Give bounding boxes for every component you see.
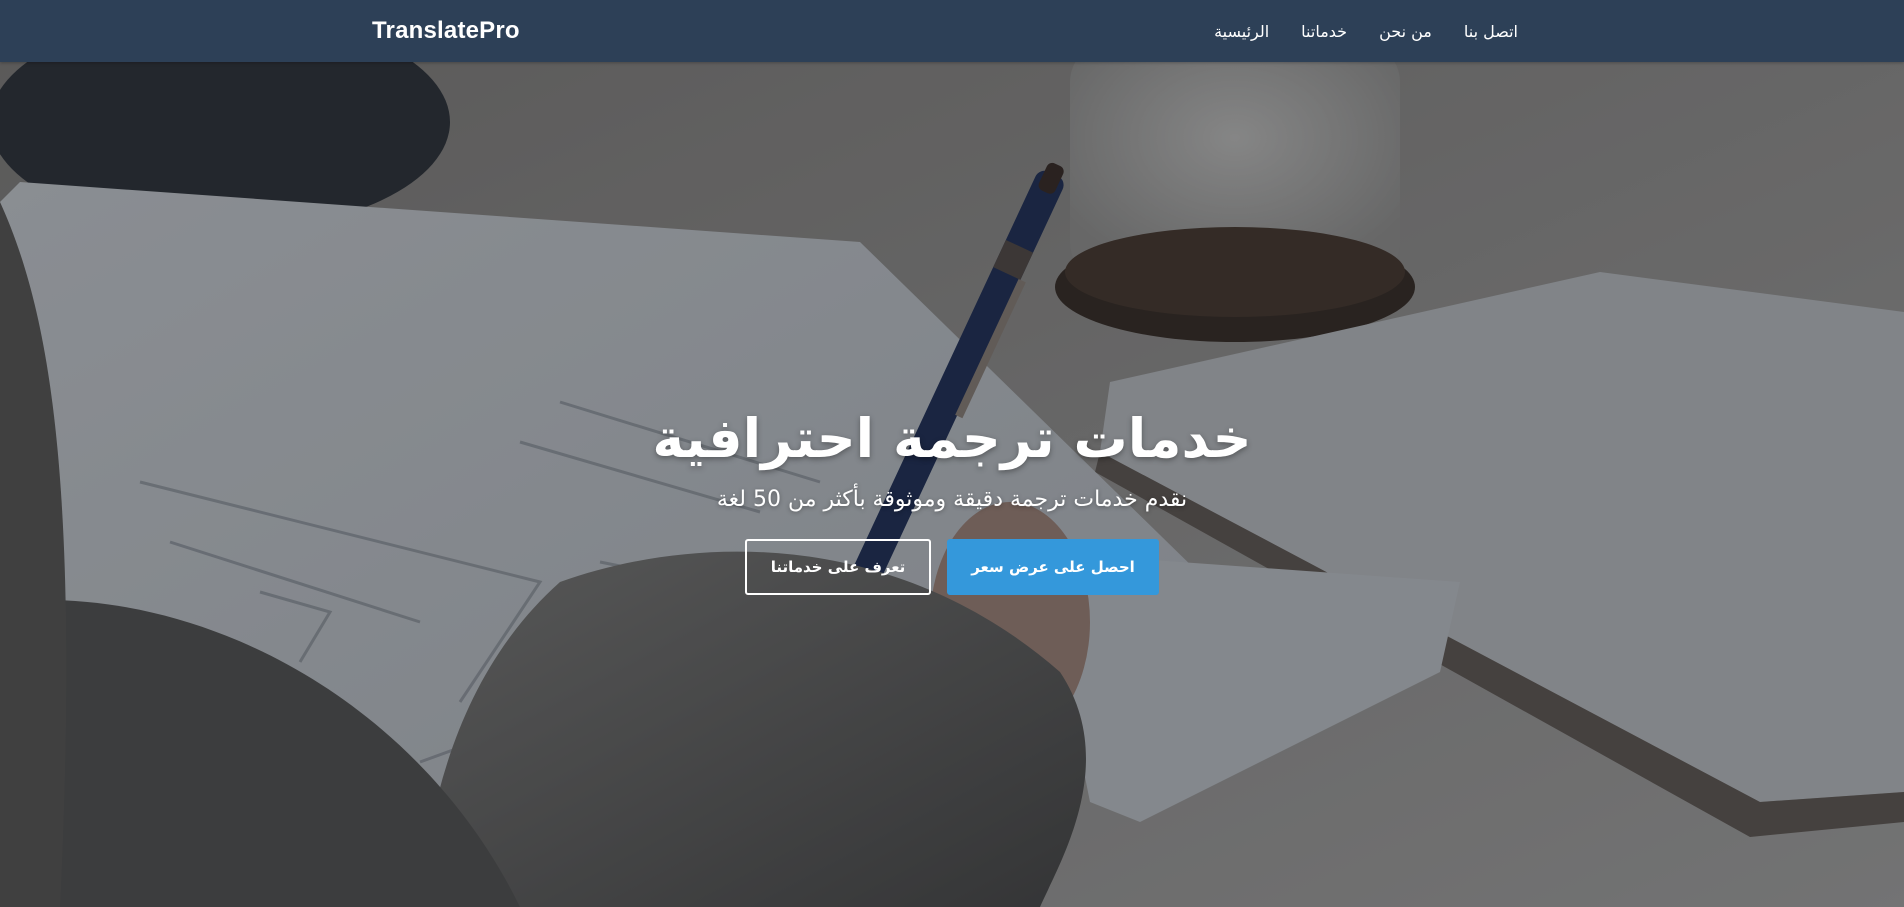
nav-link-about[interactable]: من نحن — [1379, 22, 1432, 41]
main-navigation: الرئيسية خدماتنا من نحن اتصل بنا — [1214, 22, 1518, 41]
nav-link-contact[interactable]: اتصل بنا — [1464, 22, 1518, 41]
hero-buttons: احصل على عرض سعر تعرف على خدماتنا — [0, 539, 1904, 595]
nav-link-services[interactable]: خدماتنا — [1301, 22, 1347, 41]
hero-content: خدمات ترجمة احترافية نقدم خدمات ترجمة دق… — [0, 407, 1904, 595]
navbar-inner: TranslatePro الرئيسية خدماتنا من نحن اتص… — [372, 0, 1518, 62]
navbar: TranslatePro الرئيسية خدماتنا من نحن اتص… — [0, 0, 1904, 62]
brand-logo[interactable]: TranslatePro — [372, 17, 520, 45]
hero-subtitle: نقدم خدمات ترجمة دقيقة وموثوقة بأكثر من … — [716, 487, 1188, 512]
hero-title: خدمات ترجمة احترافية — [652, 407, 1252, 470]
hero-section: خدمات ترجمة احترافية نقدم خدمات ترجمة دق… — [0, 62, 1904, 907]
learn-services-button[interactable]: تعرف على خدماتنا — [745, 539, 931, 595]
get-quote-button[interactable]: احصل على عرض سعر — [947, 539, 1159, 595]
nav-link-home[interactable]: الرئيسية — [1214, 22, 1269, 41]
